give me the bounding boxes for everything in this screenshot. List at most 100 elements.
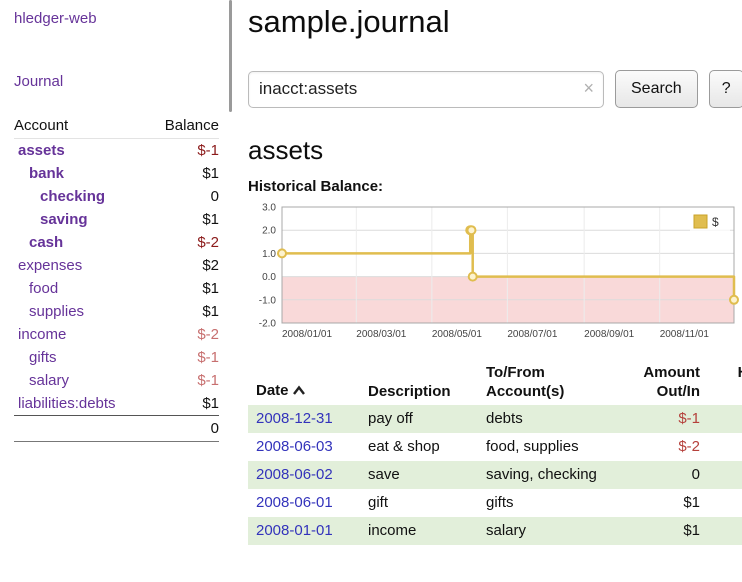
sidebar: hledger-web Journal Account Balance asse… xyxy=(0,0,232,545)
account-balance: $-1 xyxy=(148,139,219,163)
register-header-date[interactable]: Date xyxy=(248,359,360,405)
app-title-link[interactable]: hledger-web xyxy=(14,10,97,27)
sidebar-item-journal[interactable]: Journal xyxy=(14,73,220,90)
account-row: assets $-1 xyxy=(14,139,219,163)
transaction-balance: 0 xyxy=(708,433,742,461)
register-header-accounts: To/From Account(s) xyxy=(478,359,612,405)
account-name-cell: gifts xyxy=(14,346,148,369)
account-name-cell: salary xyxy=(14,369,148,392)
search-bar: × Search ? xyxy=(248,70,742,108)
register-row: 2008-06-01giftgifts$1$2 xyxy=(248,489,742,517)
account-row: bank $1 xyxy=(14,162,219,185)
account-row: food $1 xyxy=(14,277,219,300)
accounts-header-row: Account Balance xyxy=(14,114,219,139)
transaction-description: eat & shop xyxy=(360,433,478,461)
account-link[interactable]: cash xyxy=(29,234,63,251)
transaction-date-cell: 2008-06-02 xyxy=(248,461,360,489)
app-window: hledger-web Journal Account Balance asse… xyxy=(0,0,742,545)
account-heading: assets xyxy=(248,135,742,166)
account-name-cell: saving xyxy=(14,208,148,231)
svg-text:1.0: 1.0 xyxy=(262,249,276,260)
svg-text:$: $ xyxy=(712,215,719,229)
svg-text:2008/05/01: 2008/05/01 xyxy=(432,329,482,340)
transaction-accounts: gifts xyxy=(478,489,612,517)
account-link[interactable]: liabilities:debts xyxy=(18,395,116,412)
account-name-cell: food xyxy=(14,277,148,300)
transaction-accounts: debts xyxy=(478,405,612,433)
account-balance: $1 xyxy=(148,162,219,185)
transaction-description: gift xyxy=(360,489,478,517)
transaction-accounts: salary xyxy=(478,517,612,545)
account-name-cell: expenses xyxy=(14,254,148,277)
accounts-total-row: 0 xyxy=(14,416,219,442)
account-link[interactable]: gifts xyxy=(29,349,57,366)
transaction-amount: $1 xyxy=(612,517,708,545)
account-balance: $-1 xyxy=(148,369,219,392)
accounts-total-spacer xyxy=(14,416,148,442)
account-row: saving $1 xyxy=(14,208,219,231)
page-title: sample.journal xyxy=(248,4,742,40)
main-content: sample.journal × Search ? assets Histori… xyxy=(232,0,742,545)
account-link[interactable]: assets xyxy=(18,142,65,159)
svg-text:2008/09/01: 2008/09/01 xyxy=(584,329,634,340)
app-title: hledger-web xyxy=(14,10,220,27)
account-row: expenses$2 xyxy=(14,254,219,277)
transaction-date-link[interactable]: 2008-06-03 xyxy=(256,438,333,455)
sort-ascending-icon xyxy=(292,382,306,401)
account-row: cash $-2 xyxy=(14,231,219,254)
transaction-amount: $1 xyxy=(612,489,708,517)
account-name-cell: supplies xyxy=(14,300,148,323)
account-row: supplies$1 xyxy=(14,300,219,323)
historical-balance-chart[interactable]: 3.02.01.00.0-1.0-2.02008/01/012008/03/01… xyxy=(248,201,740,343)
svg-text:2008/03/01: 2008/03/01 xyxy=(356,329,406,340)
transaction-description: save xyxy=(360,461,478,489)
accounts-header-balance: Balance xyxy=(148,114,219,139)
sidebar-scrollbar[interactable] xyxy=(229,0,232,112)
account-name-cell: liabilities:debts xyxy=(14,392,148,416)
account-link[interactable]: bank xyxy=(29,165,64,182)
account-balance: $1 xyxy=(148,208,219,231)
svg-text:2008/01/01: 2008/01/01 xyxy=(282,329,332,340)
account-row: income $-2 xyxy=(14,323,219,346)
transaction-date-cell: 2008-01-01 xyxy=(248,517,360,545)
transaction-balance: $-1 xyxy=(708,405,742,433)
account-link[interactable]: expenses xyxy=(18,257,82,274)
transaction-description: pay off xyxy=(360,405,478,433)
svg-text:0.0: 0.0 xyxy=(262,272,276,283)
account-balance: $-2 xyxy=(148,323,219,346)
help-button[interactable]: ? xyxy=(709,70,742,108)
register-row: 2008-12-31pay offdebts$-1$-1 xyxy=(248,405,742,433)
transaction-date-cell: 2008-06-01 xyxy=(248,489,360,517)
svg-text:-1.0: -1.0 xyxy=(259,295,277,306)
search-input[interactable] xyxy=(248,71,604,108)
chart-title: Historical Balance: xyxy=(248,178,742,195)
search-box: × xyxy=(248,71,604,108)
account-balance: $1 xyxy=(148,277,219,300)
account-link[interactable]: salary xyxy=(29,372,69,389)
account-link[interactable]: saving xyxy=(40,211,88,228)
account-link[interactable]: income xyxy=(18,326,66,343)
register-row: 2008-06-02savesaving, checking0$2 xyxy=(248,461,742,489)
accounts-table: Account Balance assets $-1 bank $1 checking 0… xyxy=(14,114,219,442)
svg-text:2008/07/01: 2008/07/01 xyxy=(507,329,557,340)
transaction-date-link[interactable]: 2008-06-01 xyxy=(256,494,333,511)
transaction-date-link[interactable]: 2008-01-01 xyxy=(256,522,333,539)
accounts-header-account: Account xyxy=(14,114,148,139)
account-balance: $-1 xyxy=(148,346,219,369)
clear-search-icon[interactable]: × xyxy=(583,79,594,97)
transaction-date-link[interactable]: 2008-06-02 xyxy=(256,466,333,483)
account-link[interactable]: checking xyxy=(40,188,105,205)
account-row: salary $-1 xyxy=(14,369,219,392)
transaction-accounts: saving, checking xyxy=(478,461,612,489)
register-header-description: Description xyxy=(360,359,478,405)
register-table: Date Description To/From Account(s) Amou… xyxy=(248,359,742,545)
account-link[interactable]: supplies xyxy=(29,303,84,320)
search-button[interactable]: Search xyxy=(615,70,698,108)
svg-text:-2.0: -2.0 xyxy=(259,319,277,330)
account-link[interactable]: food xyxy=(29,280,58,297)
accounts-total-value: 0 xyxy=(148,416,219,442)
transaction-date-link[interactable]: 2008-12-31 xyxy=(256,410,333,427)
account-balance: $-2 xyxy=(148,231,219,254)
account-name-cell: cash xyxy=(14,231,148,254)
register-header-row: Date Description To/From Account(s) Amou… xyxy=(248,359,742,405)
